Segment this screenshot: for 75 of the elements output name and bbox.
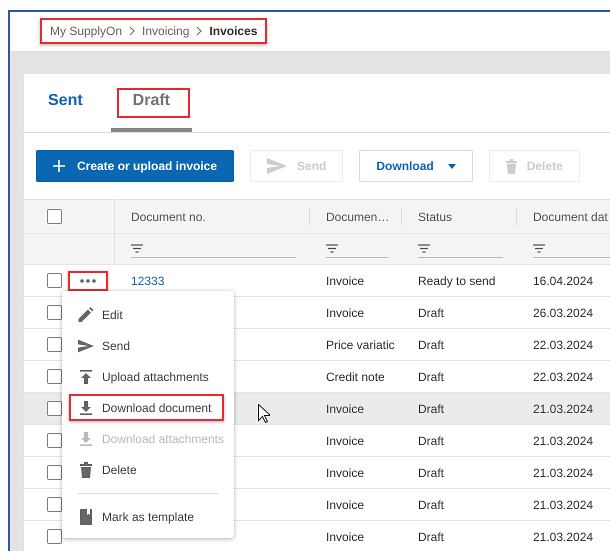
- table-cell: 21.03.2024: [533, 498, 594, 512]
- download-button[interactable]: Download: [359, 150, 473, 182]
- table-cell: Price variatic: [326, 338, 395, 352]
- table-cell: Invoice: [326, 306, 364, 320]
- table-cell: 21.03.2024: [533, 530, 594, 544]
- download-icon: [78, 400, 94, 414]
- table-cell: Draft: [418, 498, 444, 512]
- table-cell: Credit note: [326, 370, 385, 384]
- menu-item[interactable]: Send: [62, 330, 234, 361]
- table-cell: Draft: [418, 338, 444, 352]
- checkbox[interactable]: [47, 369, 62, 384]
- chevron-icon: [129, 26, 136, 36]
- table-cell: Draft: [418, 530, 444, 544]
- table-cell: Invoice: [326, 498, 364, 512]
- tab[interactable]: Draft: [110, 74, 192, 132]
- table-cell: 21.03.2024: [533, 434, 594, 448]
- breadcrumb-link[interactable]: My SupplyOn: [50, 24, 122, 38]
- breadcrumb-link[interactable]: Invoices: [209, 24, 258, 38]
- table-cell: Invoice: [326, 530, 364, 544]
- table-cell: Invoice: [326, 402, 364, 416]
- menu-item[interactable]: Edit: [62, 299, 234, 330]
- table-cell: 22.03.2024: [533, 338, 594, 352]
- menu-item[interactable]: Upload attachments: [62, 361, 234, 392]
- filter-icon: [533, 244, 545, 253]
- column-header[interactable]: Documen…: [326, 210, 390, 224]
- table-cell: 16.04.2024: [533, 274, 594, 288]
- send-icon: [267, 158, 288, 174]
- create-button[interactable]: Create or upload invoice: [36, 150, 234, 182]
- document-link[interactable]: 12333: [131, 274, 164, 288]
- plus-icon: [53, 160, 65, 172]
- menu-item[interactable]: Delete: [62, 454, 234, 485]
- table-cell: Draft: [418, 370, 444, 384]
- checkbox[interactable]: [47, 529, 62, 544]
- bookmark-icon: [78, 508, 94, 524]
- checkbox[interactable]: [47, 465, 62, 480]
- table-cell: Invoice: [326, 466, 364, 480]
- mouse-pointer-icon: [258, 404, 270, 423]
- trash-icon: [78, 462, 94, 478]
- column-header[interactable]: Document dat: [533, 210, 608, 224]
- chevron-icon: [196, 26, 202, 36]
- table-cell: 22.03.2024: [533, 370, 594, 384]
- table-cell: Invoice: [326, 434, 364, 448]
- checkbox[interactable]: [47, 305, 62, 320]
- table-cell: Draft: [418, 402, 444, 416]
- filter-icon: [418, 244, 430, 253]
- checkbox[interactable]: [47, 337, 62, 352]
- checkbox[interactable]: [47, 209, 62, 224]
- caret-icon: [448, 164, 456, 168]
- table-cell: 21.03.2024: [533, 402, 594, 416]
- more-icon: [80, 278, 96, 282]
- filter-icon: [131, 244, 143, 253]
- send-icon: [78, 338, 94, 352]
- download-icon: [78, 432, 94, 446]
- checkbox[interactable]: [47, 497, 62, 512]
- table-cell: Draft: [418, 306, 444, 320]
- upload-icon: [78, 370, 94, 384]
- checkbox[interactable]: [47, 273, 62, 288]
- table-cell: Draft: [418, 434, 444, 448]
- table-cell: Ready to send: [418, 274, 496, 288]
- breadcrumb-link[interactable]: Invoicing: [142, 24, 190, 38]
- filter-icon: [326, 244, 338, 253]
- menu-item[interactable]: Download document: [69, 394, 224, 421]
- menu-item[interactable]: Mark as template: [62, 501, 234, 532]
- checkbox[interactable]: [47, 433, 62, 448]
- trash-icon: [506, 158, 517, 174]
- more-button[interactable]: [68, 270, 108, 290]
- checkbox[interactable]: [47, 401, 62, 416]
- table-cell: Draft: [418, 466, 444, 480]
- column-header[interactable]: Status: [418, 210, 452, 224]
- tab[interactable]: Sent: [36, 74, 95, 132]
- table-cell: 26.03.2024: [533, 306, 594, 320]
- table-cell: Invoice: [326, 274, 364, 288]
- column-header[interactable]: Document no.: [131, 210, 206, 224]
- pencil-icon: [78, 307, 94, 322]
- table-cell: 21.03.2024: [533, 466, 594, 480]
